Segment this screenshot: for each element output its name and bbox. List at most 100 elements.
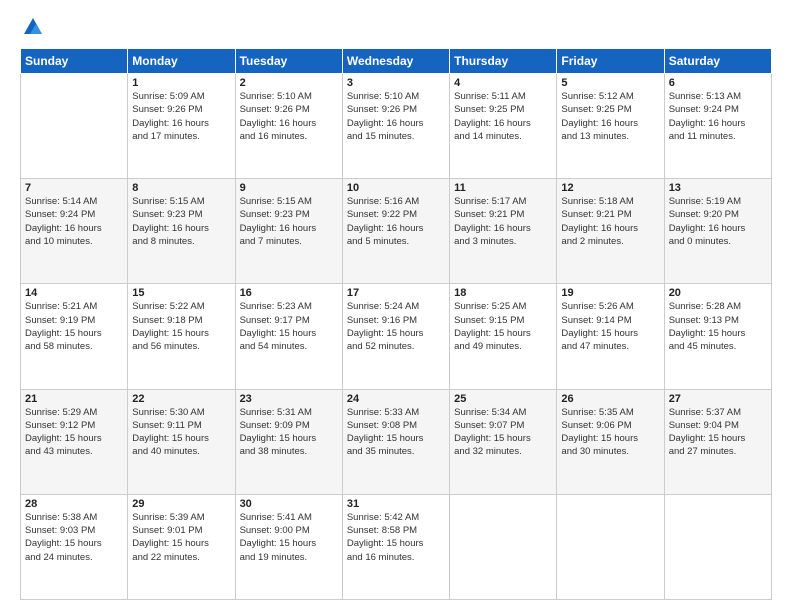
calendar-cell: 6Sunrise: 5:13 AM Sunset: 9:24 PM Daylig… [664, 74, 771, 179]
weekday-header-tuesday: Tuesday [235, 49, 342, 74]
day-detail: Sunrise: 5:12 AM Sunset: 9:25 PM Dayligh… [561, 90, 659, 143]
calendar-cell [664, 494, 771, 599]
day-number: 24 [347, 393, 445, 405]
calendar-cell: 5Sunrise: 5:12 AM Sunset: 9:25 PM Daylig… [557, 74, 664, 179]
day-detail: Sunrise: 5:24 AM Sunset: 9:16 PM Dayligh… [347, 300, 445, 353]
day-detail: Sunrise: 5:28 AM Sunset: 9:13 PM Dayligh… [669, 300, 767, 353]
calendar-cell: 20Sunrise: 5:28 AM Sunset: 9:13 PM Dayli… [664, 284, 771, 389]
day-detail: Sunrise: 5:31 AM Sunset: 9:09 PM Dayligh… [240, 406, 338, 459]
day-detail: Sunrise: 5:26 AM Sunset: 9:14 PM Dayligh… [561, 300, 659, 353]
calendar-cell: 27Sunrise: 5:37 AM Sunset: 9:04 PM Dayli… [664, 389, 771, 494]
day-detail: Sunrise: 5:09 AM Sunset: 9:26 PM Dayligh… [132, 90, 230, 143]
calendar-cell: 30Sunrise: 5:41 AM Sunset: 9:00 PM Dayli… [235, 494, 342, 599]
day-number: 9 [240, 182, 338, 194]
logo-icon [22, 16, 44, 38]
calendar-cell: 29Sunrise: 5:39 AM Sunset: 9:01 PM Dayli… [128, 494, 235, 599]
day-number: 20 [669, 287, 767, 299]
calendar-cell: 15Sunrise: 5:22 AM Sunset: 9:18 PM Dayli… [128, 284, 235, 389]
calendar-cell: 10Sunrise: 5:16 AM Sunset: 9:22 PM Dayli… [342, 179, 449, 284]
day-number: 4 [454, 77, 552, 89]
day-detail: Sunrise: 5:10 AM Sunset: 9:26 PM Dayligh… [347, 90, 445, 143]
day-number: 25 [454, 393, 552, 405]
calendar-cell: 12Sunrise: 5:18 AM Sunset: 9:21 PM Dayli… [557, 179, 664, 284]
logo [20, 16, 44, 38]
weekday-header-friday: Friday [557, 49, 664, 74]
day-number: 23 [240, 393, 338, 405]
calendar-cell: 24Sunrise: 5:33 AM Sunset: 9:08 PM Dayli… [342, 389, 449, 494]
day-number: 26 [561, 393, 659, 405]
week-row-2: 7Sunrise: 5:14 AM Sunset: 9:24 PM Daylig… [21, 179, 772, 284]
day-detail: Sunrise: 5:38 AM Sunset: 9:03 PM Dayligh… [25, 511, 123, 564]
calendar-cell: 3Sunrise: 5:10 AM Sunset: 9:26 PM Daylig… [342, 74, 449, 179]
day-detail: Sunrise: 5:19 AM Sunset: 9:20 PM Dayligh… [669, 195, 767, 248]
day-detail: Sunrise: 5:15 AM Sunset: 9:23 PM Dayligh… [240, 195, 338, 248]
weekday-header-wednesday: Wednesday [342, 49, 449, 74]
day-detail: Sunrise: 5:41 AM Sunset: 9:00 PM Dayligh… [240, 511, 338, 564]
day-detail: Sunrise: 5:34 AM Sunset: 9:07 PM Dayligh… [454, 406, 552, 459]
day-detail: Sunrise: 5:23 AM Sunset: 9:17 PM Dayligh… [240, 300, 338, 353]
day-detail: Sunrise: 5:10 AM Sunset: 9:26 PM Dayligh… [240, 90, 338, 143]
day-number: 17 [347, 287, 445, 299]
day-number: 14 [25, 287, 123, 299]
day-number: 15 [132, 287, 230, 299]
day-detail: Sunrise: 5:15 AM Sunset: 9:23 PM Dayligh… [132, 195, 230, 248]
calendar-cell: 26Sunrise: 5:35 AM Sunset: 9:06 PM Dayli… [557, 389, 664, 494]
calendar-cell: 11Sunrise: 5:17 AM Sunset: 9:21 PM Dayli… [450, 179, 557, 284]
day-detail: Sunrise: 5:35 AM Sunset: 9:06 PM Dayligh… [561, 406, 659, 459]
day-number: 7 [25, 182, 123, 194]
calendar-cell: 21Sunrise: 5:29 AM Sunset: 9:12 PM Dayli… [21, 389, 128, 494]
day-number: 22 [132, 393, 230, 405]
day-detail: Sunrise: 5:16 AM Sunset: 9:22 PM Dayligh… [347, 195, 445, 248]
day-detail: Sunrise: 5:17 AM Sunset: 9:21 PM Dayligh… [454, 195, 552, 248]
day-number: 21 [25, 393, 123, 405]
week-row-4: 21Sunrise: 5:29 AM Sunset: 9:12 PM Dayli… [21, 389, 772, 494]
weekday-header-monday: Monday [128, 49, 235, 74]
day-detail: Sunrise: 5:29 AM Sunset: 9:12 PM Dayligh… [25, 406, 123, 459]
day-number: 8 [132, 182, 230, 194]
weekday-header-saturday: Saturday [664, 49, 771, 74]
calendar-cell: 28Sunrise: 5:38 AM Sunset: 9:03 PM Dayli… [21, 494, 128, 599]
day-number: 3 [347, 77, 445, 89]
day-number: 10 [347, 182, 445, 194]
calendar-cell: 8Sunrise: 5:15 AM Sunset: 9:23 PM Daylig… [128, 179, 235, 284]
day-detail: Sunrise: 5:11 AM Sunset: 9:25 PM Dayligh… [454, 90, 552, 143]
calendar-cell: 14Sunrise: 5:21 AM Sunset: 9:19 PM Dayli… [21, 284, 128, 389]
calendar-cell: 18Sunrise: 5:25 AM Sunset: 9:15 PM Dayli… [450, 284, 557, 389]
calendar: SundayMondayTuesdayWednesdayThursdayFrid… [20, 48, 772, 600]
calendar-cell: 4Sunrise: 5:11 AM Sunset: 9:25 PM Daylig… [450, 74, 557, 179]
day-number: 13 [669, 182, 767, 194]
calendar-cell: 9Sunrise: 5:15 AM Sunset: 9:23 PM Daylig… [235, 179, 342, 284]
day-number: 12 [561, 182, 659, 194]
calendar-cell [21, 74, 128, 179]
day-detail: Sunrise: 5:30 AM Sunset: 9:11 PM Dayligh… [132, 406, 230, 459]
day-number: 19 [561, 287, 659, 299]
calendar-cell: 17Sunrise: 5:24 AM Sunset: 9:16 PM Dayli… [342, 284, 449, 389]
day-detail: Sunrise: 5:39 AM Sunset: 9:01 PM Dayligh… [132, 511, 230, 564]
day-number: 31 [347, 498, 445, 510]
weekday-header-sunday: Sunday [21, 49, 128, 74]
day-detail: Sunrise: 5:22 AM Sunset: 9:18 PM Dayligh… [132, 300, 230, 353]
day-number: 30 [240, 498, 338, 510]
week-row-5: 28Sunrise: 5:38 AM Sunset: 9:03 PM Dayli… [21, 494, 772, 599]
calendar-cell: 13Sunrise: 5:19 AM Sunset: 9:20 PM Dayli… [664, 179, 771, 284]
calendar-cell: 31Sunrise: 5:42 AM Sunset: 8:58 PM Dayli… [342, 494, 449, 599]
calendar-cell [557, 494, 664, 599]
day-number: 29 [132, 498, 230, 510]
day-detail: Sunrise: 5:37 AM Sunset: 9:04 PM Dayligh… [669, 406, 767, 459]
calendar-cell: 1Sunrise: 5:09 AM Sunset: 9:26 PM Daylig… [128, 74, 235, 179]
week-row-1: 1Sunrise: 5:09 AM Sunset: 9:26 PM Daylig… [21, 74, 772, 179]
day-number: 11 [454, 182, 552, 194]
day-detail: Sunrise: 5:14 AM Sunset: 9:24 PM Dayligh… [25, 195, 123, 248]
weekday-header-thursday: Thursday [450, 49, 557, 74]
day-number: 6 [669, 77, 767, 89]
day-number: 2 [240, 77, 338, 89]
header [20, 16, 772, 38]
day-number: 28 [25, 498, 123, 510]
calendar-cell: 22Sunrise: 5:30 AM Sunset: 9:11 PM Dayli… [128, 389, 235, 494]
day-detail: Sunrise: 5:25 AM Sunset: 9:15 PM Dayligh… [454, 300, 552, 353]
day-detail: Sunrise: 5:33 AM Sunset: 9:08 PM Dayligh… [347, 406, 445, 459]
day-detail: Sunrise: 5:13 AM Sunset: 9:24 PM Dayligh… [669, 90, 767, 143]
day-detail: Sunrise: 5:18 AM Sunset: 9:21 PM Dayligh… [561, 195, 659, 248]
weekday-header-row: SundayMondayTuesdayWednesdayThursdayFrid… [21, 49, 772, 74]
day-number: 27 [669, 393, 767, 405]
